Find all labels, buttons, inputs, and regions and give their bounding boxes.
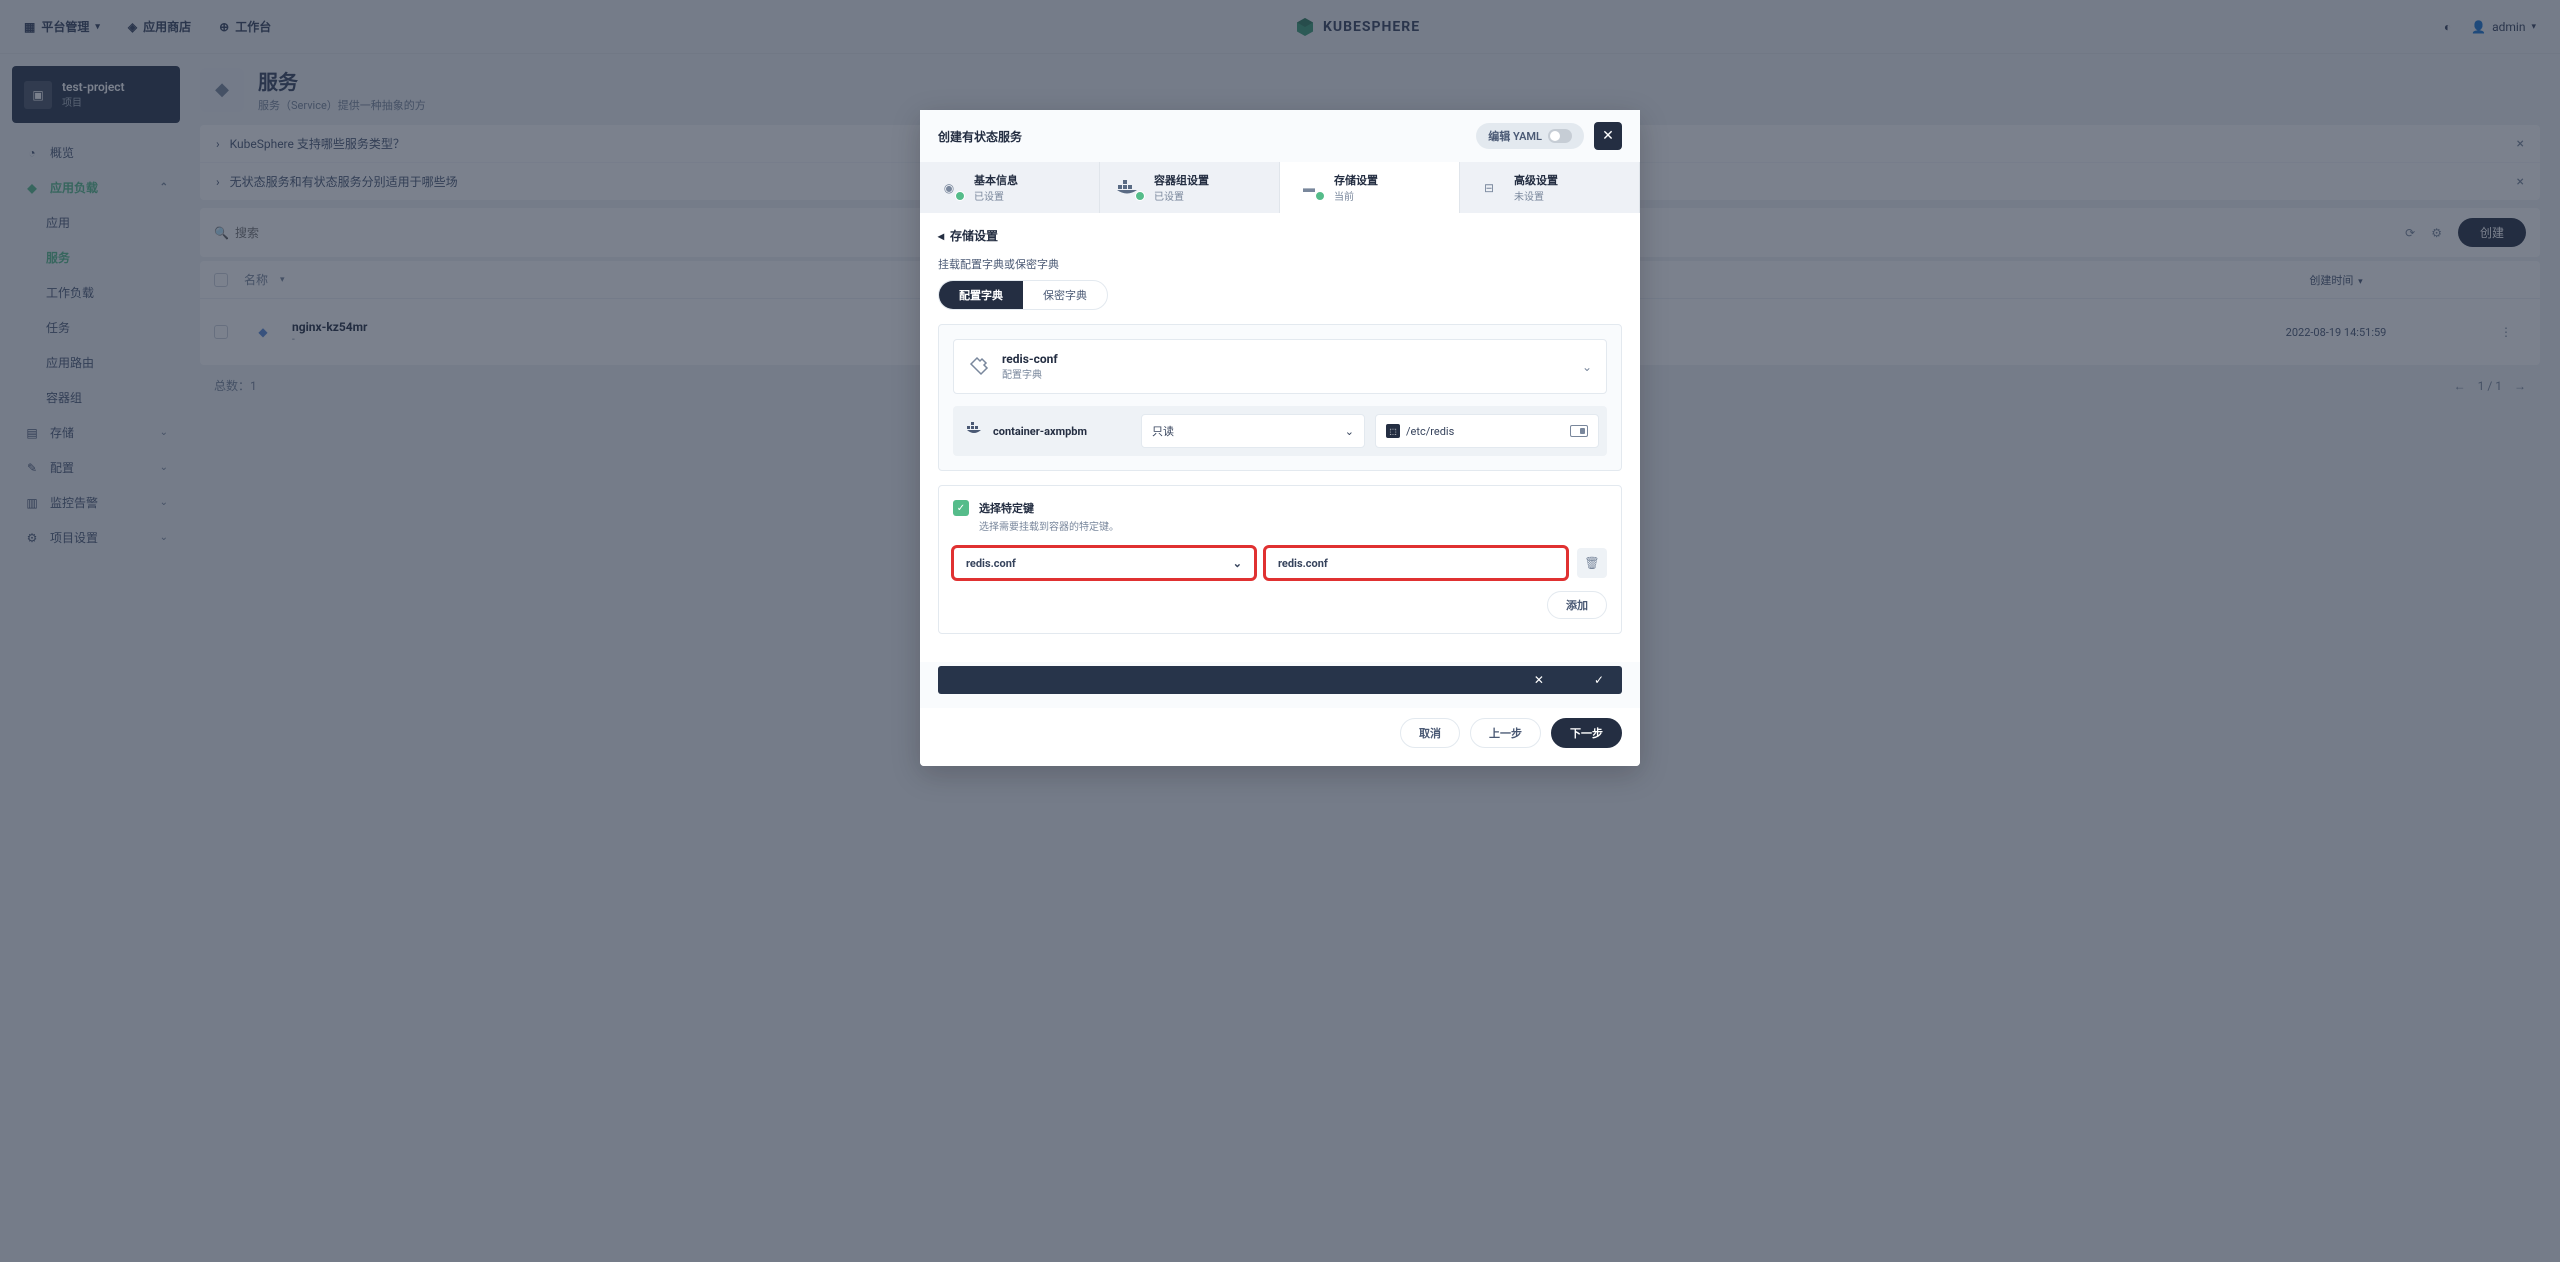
configmap-selector[interactable]: redis-conf 配置字典 ⌄: [953, 339, 1607, 394]
path-prefix-icon: ⬚: [1386, 424, 1400, 438]
key-select[interactable]: redis.conf ⌄: [953, 547, 1255, 579]
step-storage[interactable]: ▬ 存储设置当前: [1280, 162, 1460, 213]
yaml-toggle[interactable]: 编辑 YAML: [1476, 123, 1584, 149]
specific-keys-check[interactable]: ✓ 选择特定键 选择需要挂载到容器的特定键。: [953, 500, 1607, 533]
prev-button[interactable]: 上一步: [1470, 718, 1541, 748]
bar-cancel-icon[interactable]: ✕: [1534, 673, 1544, 687]
yaml-toggle-label: 编辑 YAML: [1488, 128, 1542, 144]
step-sub: 已设置: [1154, 188, 1209, 203]
step-title: 基本信息: [974, 172, 1018, 188]
container-mount-row: container-axmpbm 只读 ⌄ ⬚ /etc/redis: [953, 406, 1607, 456]
modal-overlay: 创建有状态服务 编辑 YAML ✕ ◉ 基本信息已设置 容器组设置已: [0, 0, 2560, 1262]
specific-keys-card: ✓ 选择特定键 选择需要挂载到容器的特定键。 redis.conf ⌄ redi…: [938, 485, 1622, 634]
modal-header: 创建有状态服务 编辑 YAML ✕: [920, 110, 1640, 162]
delete-key-button[interactable]: 🗑: [1577, 548, 1607, 578]
wizard-steps: ◉ 基本信息已设置 容器组设置已设置 ▬ 存储设置当前 ⊟ 高级设置未设置: [920, 162, 1640, 213]
mount-path-value: /etc/redis: [1406, 425, 1454, 438]
checkbox-checked-icon: ✓: [953, 500, 969, 516]
docker-icon: [967, 422, 985, 440]
keys-title: 选择特定键: [979, 500, 1119, 516]
confirm-bar: ✕ ✓: [938, 666, 1622, 694]
chevron-down-icon: ⌄: [1345, 425, 1354, 438]
toggle-switch: [1548, 129, 1572, 143]
key-row: redis.conf ⌄ redis.conf 🗑: [953, 547, 1607, 579]
step-pod[interactable]: 容器组设置已设置: [1100, 162, 1280, 213]
hammer-icon: [968, 355, 992, 379]
modal-close-button[interactable]: ✕: [1594, 122, 1622, 150]
trash-icon: 🗑: [1584, 556, 1599, 570]
sliders-icon: ⊟: [1474, 176, 1504, 200]
path-suffix-icon: [1570, 425, 1588, 437]
cancel-button[interactable]: 取消: [1400, 718, 1460, 748]
step-basic[interactable]: ◉ 基本信息已设置: [920, 162, 1100, 213]
back-arrow-icon[interactable]: ◂: [938, 229, 944, 243]
step-title: 高级设置: [1514, 172, 1558, 188]
mount-path-input[interactable]: ⬚ /etc/redis: [1375, 414, 1599, 448]
disk-icon: ▬: [1294, 176, 1324, 200]
docker-icon: [1114, 176, 1144, 200]
mount-mode-value: 只读: [1152, 423, 1174, 439]
tab-secret[interactable]: 保密字典: [1023, 281, 1107, 309]
close-icon: ✕: [1602, 128, 1614, 144]
step-title: 存储设置: [1334, 172, 1378, 188]
key-path-input[interactable]: redis.conf: [1265, 547, 1567, 579]
next-button[interactable]: 下一步: [1551, 718, 1622, 748]
key-path-value: redis.conf: [1278, 557, 1328, 570]
step-sub: 未设置: [1514, 188, 1558, 203]
chevron-down-icon: ⌄: [1233, 557, 1242, 570]
keys-desc: 选择需要挂载到容器的特定键。: [979, 518, 1119, 533]
add-key-button[interactable]: 添加: [1547, 591, 1607, 619]
modal-title: 创建有状态服务: [938, 128, 1022, 145]
mount-label: 挂载配置字典或保密字典: [938, 256, 1622, 272]
container-label: container-axmpbm: [961, 422, 1131, 440]
mount-mode-select[interactable]: 只读 ⌄: [1141, 414, 1365, 448]
step-advanced[interactable]: ⊟ 高级设置未设置: [1460, 162, 1640, 213]
step-sub: 已设置: [974, 188, 1018, 203]
container-name: container-axmpbm: [993, 425, 1087, 438]
create-service-modal: 创建有状态服务 编辑 YAML ✕ ◉ 基本信息已设置 容器组设置已: [920, 110, 1640, 766]
tab-configmap[interactable]: 配置字典: [939, 281, 1023, 309]
configmap-name: redis-conf: [1002, 352, 1058, 366]
section-title: ◂ 存储设置: [938, 227, 1622, 244]
modal-footer: 取消 上一步 下一步: [920, 708, 1640, 766]
configmap-type: 配置字典: [1002, 366, 1058, 381]
record-icon: ◉: [934, 176, 964, 200]
mount-card: redis-conf 配置字典 ⌄ container-axmpbm 只读: [938, 324, 1622, 471]
modal-body: ◂ 存储设置 挂载配置字典或保密字典 配置字典 保密字典 redis-conf …: [920, 213, 1640, 662]
key-select-value: redis.conf: [966, 557, 1016, 570]
step-sub: 当前: [1334, 188, 1378, 203]
step-title: 容器组设置: [1154, 172, 1209, 188]
dict-type-tabs: 配置字典 保密字典: [938, 280, 1108, 310]
chevron-down-icon: ⌄: [1582, 360, 1592, 374]
bar-confirm-icon[interactable]: ✓: [1594, 673, 1604, 687]
